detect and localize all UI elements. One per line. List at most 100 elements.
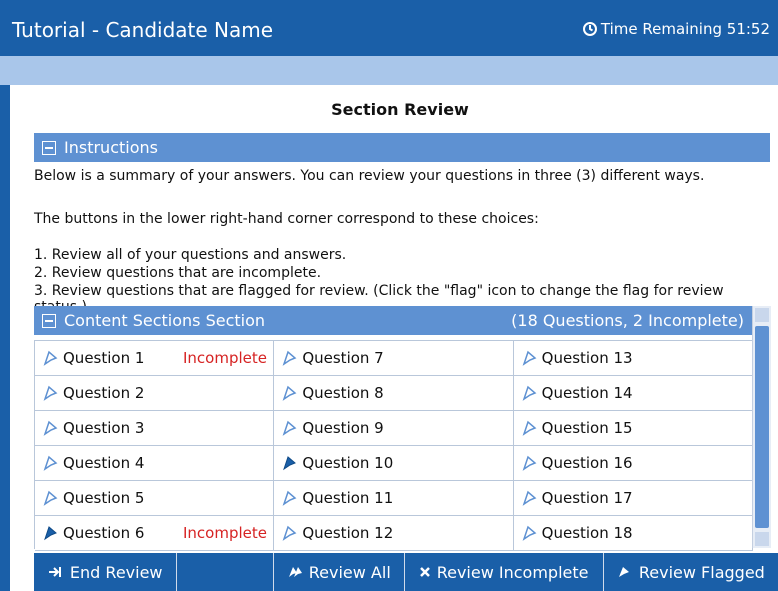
end-review-icon xyxy=(48,567,61,577)
flag-outline-icon[interactable] xyxy=(43,385,59,401)
flag-outline-icon[interactable] xyxy=(282,525,298,541)
time-remaining: Time Remaining 51:52 xyxy=(582,20,770,38)
scroll-down-arrow[interactable] xyxy=(755,532,769,546)
question-cell[interactable]: Question 3 xyxy=(35,411,275,445)
instructions-line-2: The buttons in the lower right-hand corn… xyxy=(34,211,539,227)
question-cell[interactable]: Question 8 xyxy=(274,376,514,410)
table-row: Question 3 Question 9 Question 15 xyxy=(35,411,753,446)
flag-outline-icon[interactable] xyxy=(522,350,538,366)
question-label[interactable]: Question 3 xyxy=(63,419,144,437)
question-label[interactable]: Question 4 xyxy=(63,454,144,472)
question-cell[interactable]: Question 17 xyxy=(514,481,753,515)
left-stripe xyxy=(0,85,10,591)
flag-icon xyxy=(618,567,629,577)
question-cell[interactable]: Question 9 xyxy=(274,411,514,445)
review-flagged-button[interactable]: Review Flagged xyxy=(604,553,778,591)
status-incomplete: Incomplete xyxy=(183,349,267,367)
question-cell[interactable]: Question 4 xyxy=(35,446,275,480)
window-title: Tutorial - Candidate Name xyxy=(12,18,274,42)
instructions-item-1: 1. Review all of your questions and answ… xyxy=(34,247,347,263)
flag-outline-icon[interactable] xyxy=(522,420,538,436)
flag-outline-icon[interactable] xyxy=(43,490,59,506)
table-row: Question 1 Incomplete Question 7 Question… xyxy=(35,341,753,376)
flag-filled-icon[interactable] xyxy=(282,455,298,471)
instructions-header-label: Instructions xyxy=(64,138,158,157)
question-cell[interactable]: Question 6 Incomplete xyxy=(35,516,275,550)
question-cell[interactable]: Question 14 xyxy=(514,376,753,410)
flag-outline-icon[interactable] xyxy=(282,385,298,401)
question-cell[interactable]: Question 10 xyxy=(274,446,514,480)
flag-outline-icon[interactable] xyxy=(43,420,59,436)
question-label[interactable]: Question 9 xyxy=(302,419,383,437)
question-cell[interactable]: Question 1 Incomplete xyxy=(35,341,275,375)
clock-icon xyxy=(582,22,597,36)
question-label[interactable]: Question 13 xyxy=(542,349,633,367)
timer-label: Time Remaining 51:52 xyxy=(600,20,770,38)
flag-outline-icon[interactable] xyxy=(282,420,298,436)
flag-outline-icon[interactable] xyxy=(522,490,538,506)
table-row: Question 2 Question 8 Question 14 xyxy=(35,376,753,411)
instructions-line-1: Below is a summary of your answers. You … xyxy=(34,168,705,184)
table-row: Question 4 Question 10 Question 16 xyxy=(35,446,753,481)
close-icon xyxy=(419,567,430,577)
question-cell[interactable]: Question 16 xyxy=(514,446,753,480)
question-cell[interactable]: Question 18 xyxy=(514,516,753,550)
question-label[interactable]: Question 12 xyxy=(302,524,393,542)
question-label[interactable]: Question 5 xyxy=(63,489,144,507)
flag-outline-icon[interactable] xyxy=(43,350,59,366)
review-all-label: Review All xyxy=(308,562,391,582)
question-label[interactable]: Question 8 xyxy=(302,384,383,402)
question-label[interactable]: Question 17 xyxy=(542,489,633,507)
review-flagged-label: Review Flagged xyxy=(638,562,765,582)
scroll-up-arrow[interactable] xyxy=(755,308,769,322)
instructions-header[interactable]: Instructions xyxy=(34,133,770,162)
question-label[interactable]: Question 7 xyxy=(302,349,383,367)
question-cell[interactable]: Question 7 xyxy=(274,341,514,375)
section-title: Section Review xyxy=(331,100,469,119)
question-cell[interactable]: Question 5 xyxy=(35,481,275,515)
collapse-icon[interactable] xyxy=(42,313,56,328)
flag-outline-icon[interactable] xyxy=(282,350,298,366)
question-label[interactable]: Question 15 xyxy=(542,419,633,437)
question-label[interactable]: Question 14 xyxy=(542,384,633,402)
question-cell[interactable]: Question 2 xyxy=(35,376,275,410)
flag-outline-icon[interactable] xyxy=(522,385,538,401)
flag-outline-icon[interactable] xyxy=(522,525,538,541)
review-all-button[interactable]: Review All xyxy=(274,553,405,591)
collapse-icon[interactable] xyxy=(42,140,56,155)
table-row: Question 5 Question 11 Question 17 xyxy=(35,481,753,516)
question-cell[interactable]: Question 12 xyxy=(274,516,514,550)
footer-toolbar: End Review Review All Review Incomplete … xyxy=(34,553,778,591)
review-incomplete-button[interactable]: Review Incomplete xyxy=(405,553,604,591)
questions-grid: Question 1 Incomplete Question 7 Question… xyxy=(34,340,753,551)
question-label[interactable]: Question 16 xyxy=(542,454,633,472)
review-all-icon xyxy=(288,567,302,577)
questions-summary: (18 Questions, 2 Incomplete) xyxy=(511,311,744,330)
empty-button-slot xyxy=(177,553,275,591)
question-label[interactable]: Question 10 xyxy=(302,454,393,472)
question-label[interactable]: Question 11 xyxy=(302,489,393,507)
question-label[interactable]: Question 6 xyxy=(63,524,144,542)
question-cell[interactable]: Question 13 xyxy=(514,341,753,375)
instructions-item-2: 2. Review questions that are incomplete. xyxy=(34,265,322,281)
flag-outline-icon[interactable] xyxy=(522,455,538,471)
flag-outline-icon[interactable] xyxy=(282,490,298,506)
sub-toolbar xyxy=(0,56,778,85)
flag-outline-icon[interactable] xyxy=(43,455,59,471)
flag-filled-icon[interactable] xyxy=(43,525,59,541)
question-label[interactable]: Question 18 xyxy=(542,524,633,542)
question-label[interactable]: Question 2 xyxy=(63,384,144,402)
content-sections-label: Content Sections Section xyxy=(64,311,266,330)
status-incomplete: Incomplete xyxy=(183,524,267,542)
table-row: Question 6 Incomplete Question 12 Questio… xyxy=(35,516,753,551)
content-sections-header[interactable]: Content Sections Section (18 Questions, … xyxy=(34,306,752,335)
titlebar: Tutorial - Candidate Name Time Remaining… xyxy=(0,0,778,56)
end-review-button[interactable]: End Review xyxy=(34,553,178,591)
review-incomplete-label: Review Incomplete xyxy=(436,562,589,582)
scrollbar[interactable] xyxy=(752,306,771,548)
question-cell[interactable]: Question 11 xyxy=(274,481,514,515)
question-label[interactable]: Question 1 xyxy=(63,349,144,367)
end-review-label: End Review xyxy=(69,562,163,582)
question-cell[interactable]: Question 15 xyxy=(514,411,753,445)
scrollbar-thumb[interactable] xyxy=(755,326,769,528)
